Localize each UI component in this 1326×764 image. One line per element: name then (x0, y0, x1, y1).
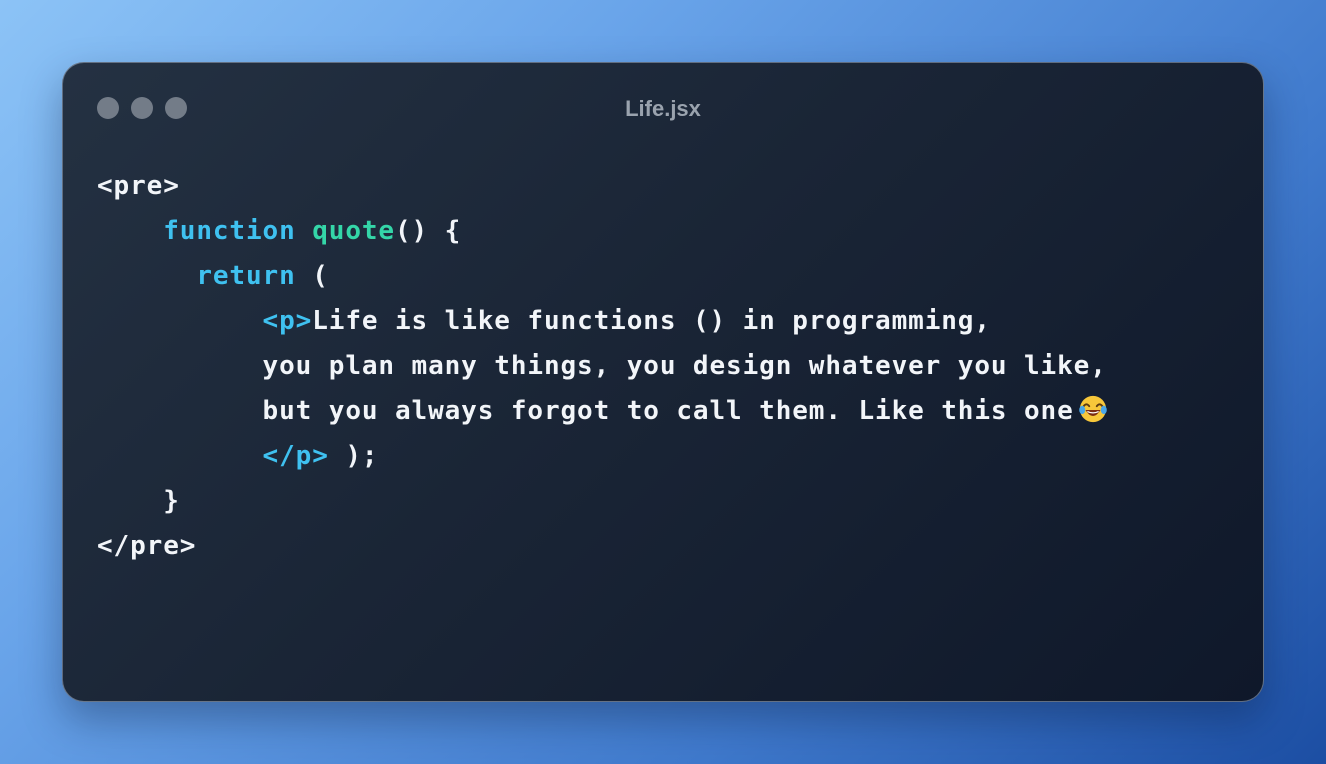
return-close: ); (328, 441, 379, 471)
code-line-2: function quote() { (97, 209, 1108, 254)
function-signature: () { (395, 216, 462, 246)
function-name: quote (312, 216, 395, 246)
quote-text-2: you plan many things, you design whateve… (262, 351, 1107, 381)
quote-text-1: Life is like functions () in programming… (312, 306, 991, 336)
code-line-6: but you always forgot to call them. Like… (97, 389, 1108, 434)
p-open-tag: <p> (262, 306, 313, 336)
pre-open-tag: <pre> (97, 171, 180, 201)
pre-close-tag: </pre> (97, 531, 197, 561)
code-line-4: <p>Life is like functions () in programm… (97, 299, 1108, 344)
code-line-8: } (97, 479, 1108, 524)
function-keyword: function (163, 216, 296, 246)
code-block: <pre> function quote() { return ( <p>Lif… (97, 164, 1108, 569)
return-paren: ( (295, 261, 329, 291)
code-line-7: </p> ); (97, 434, 1108, 479)
window-title: Life.jsx (625, 96, 701, 121)
code-window: Life.jsx <pre> function quote() { return… (62, 62, 1264, 702)
function-close-brace: } (163, 486, 180, 516)
return-keyword: return (196, 261, 296, 291)
quote-text-3: but you always forgot to call them. Like… (262, 396, 1074, 426)
code-line-9: </pre> (97, 524, 1108, 569)
p-close-tag: </p> (262, 441, 329, 471)
face-with-tears-of-joy-icon (1078, 395, 1107, 423)
code-line-1: <pre> (97, 164, 1108, 209)
code-line-5: you plan many things, you design whateve… (97, 344, 1108, 389)
code-line-3: return ( (97, 254, 1108, 299)
